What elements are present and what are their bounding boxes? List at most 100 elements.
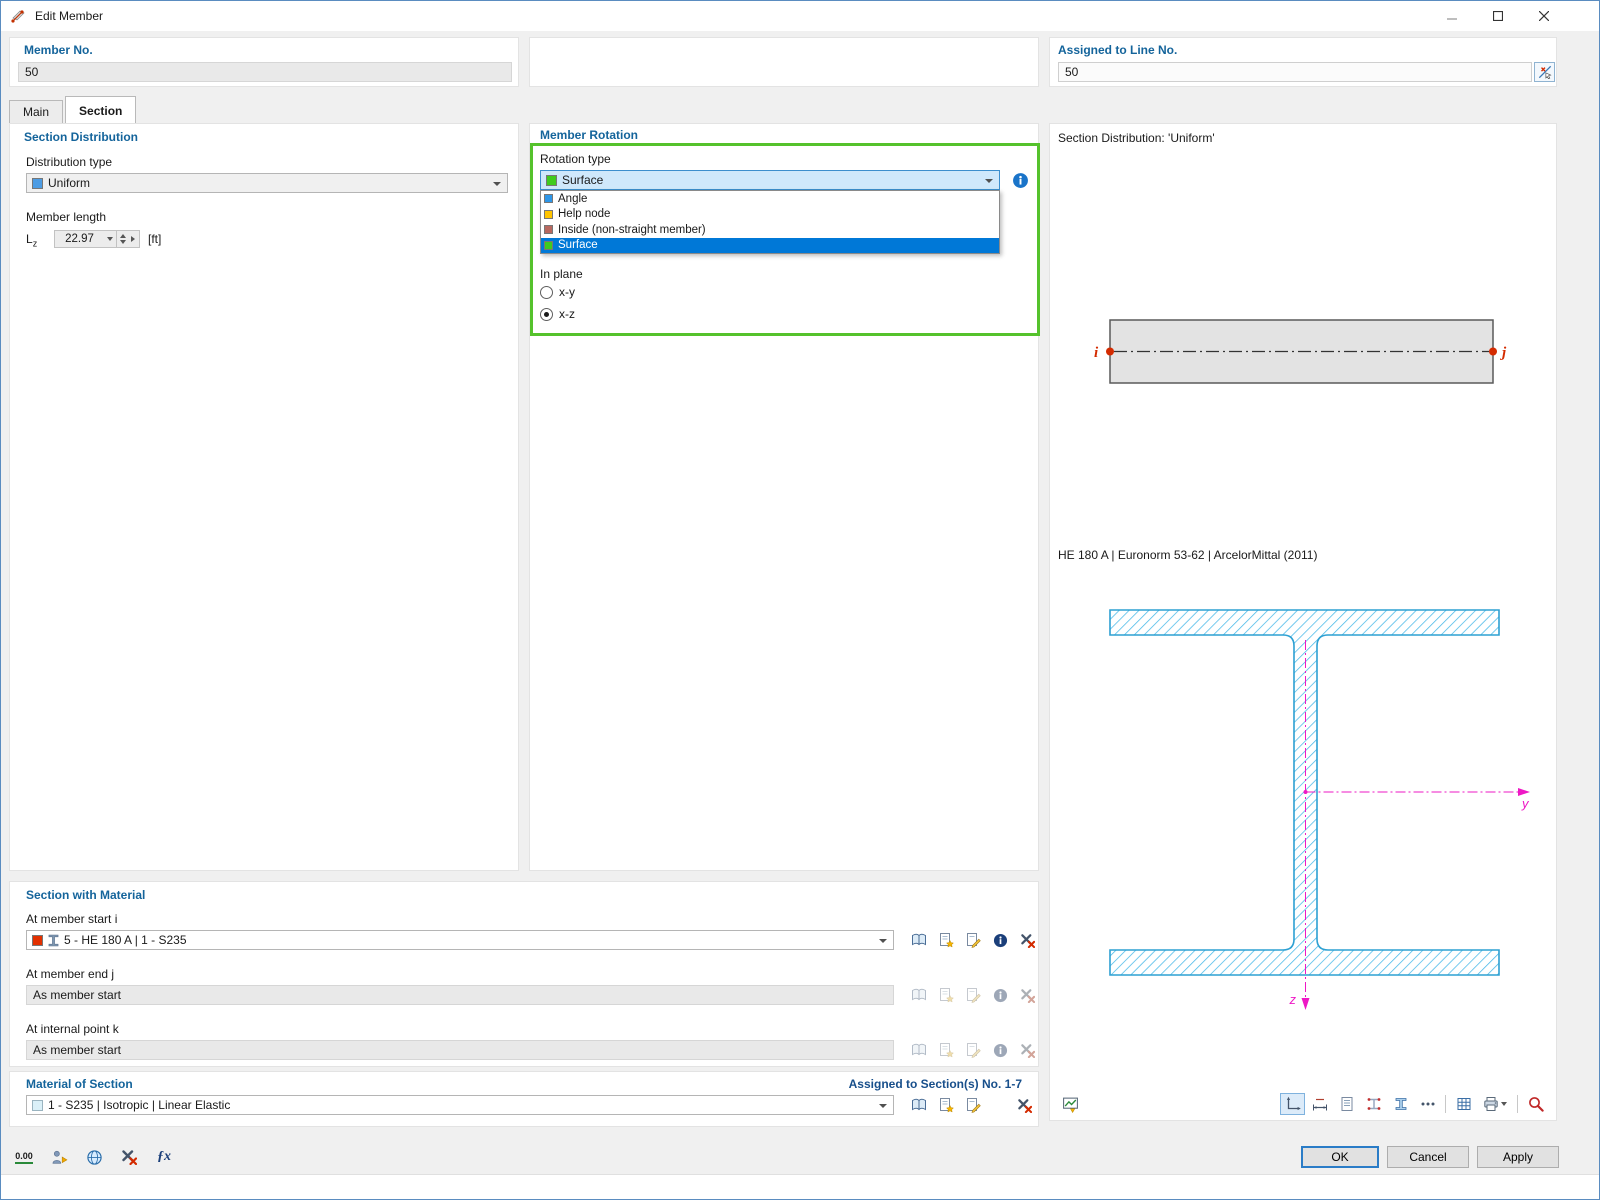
delete-member-button[interactable] [116,1146,142,1168]
maximize-button[interactable] [1475,1,1521,31]
dropdown-option-surface[interactable]: Surface [541,237,999,253]
maximize-icon [1493,11,1503,21]
section-with-material-panel: Section with Material At member start i … [9,881,1039,1067]
member-length-value: 22.97 [65,233,94,245]
section-info-button[interactable] [989,985,1011,1005]
option-label: Inside (non-straight member) [558,223,706,236]
plane-xz-radio[interactable]: x-z [540,307,575,321]
apply-button[interactable]: Apply [1477,1146,1559,1168]
chevron-down-icon[interactable] [107,237,113,241]
globe-icon [86,1149,103,1166]
option-color-swatch [544,194,553,204]
new-material-button[interactable] [935,1095,957,1115]
dropdown-option-angle[interactable]: Angle [541,191,999,207]
bottom-toolbar: 0.00 ƒx [11,1146,177,1168]
section-info-button[interactable] [989,930,1011,950]
assigned-line-label: Assigned to Line No. [1058,43,1178,57]
section-library-button[interactable] [908,930,930,950]
distribution-type-value: Uniform [48,176,91,190]
spin-up-down-control[interactable] [117,234,129,244]
i-section-icon [48,934,59,947]
show-stress-points-button[interactable] [1361,1093,1386,1115]
option-label: Angle [558,192,588,205]
spin-expand-icon[interactable] [131,236,135,242]
material-select[interactable]: 1 - S235 | Isotropic | Linear Elastic [26,1095,894,1115]
edit-material-button[interactable] [962,1095,984,1115]
member-rotation-panel: Member Rotation Rotation type Surface An… [529,123,1040,871]
print-button[interactable] [1478,1093,1512,1115]
tab-bar: Main Section [9,96,138,123]
section-caption: HE 180 A | Euronorm 53-62 | ArcelorMitta… [1058,548,1318,562]
new-page-icon [938,1097,954,1113]
ok-button[interactable]: OK [1301,1146,1379,1168]
apply-to-selected-button[interactable] [46,1146,72,1168]
start-section-select[interactable]: 5 - HE 180 A | 1 - S235 [26,930,894,950]
toolbar-separator [1517,1095,1518,1113]
section-distribution-heading: Section Distribution [24,130,138,144]
save-graphic-button[interactable] [1058,1093,1083,1115]
assigned-line-input[interactable]: 50 [1058,62,1532,82]
close-button[interactable] [1521,1,1567,31]
option-color-swatch [544,225,553,235]
minimize-button[interactable] [1429,1,1475,31]
show-axes-button[interactable] [1280,1093,1305,1115]
chevron-down-icon [879,939,887,943]
tab-main[interactable]: Main [9,100,64,123]
show-numbering-button[interactable] [1415,1093,1440,1115]
end-section-field[interactable]: As member start [26,985,894,1005]
radio-checked-icon [540,307,553,321]
select-line-button[interactable] [1534,62,1555,82]
delete-x-icon [1020,933,1035,948]
formula-button[interactable]: ƒx [151,1146,177,1168]
global-settings-button[interactable] [81,1146,107,1168]
plane-xy-radio[interactable]: x-y [540,285,575,299]
delete-section-button[interactable] [1016,930,1038,950]
axis-y-label: y [1521,796,1530,811]
person-arrow-icon [51,1149,68,1166]
library-book-icon [911,1097,927,1113]
show-dimensions-button[interactable] [1307,1093,1332,1115]
distribution-color-swatch [32,177,43,189]
show-grid-button[interactable] [1451,1093,1476,1115]
delete-section-button[interactable] [1016,1040,1038,1060]
delete-material-button[interactable] [1013,1095,1035,1115]
dots-icon [1420,1096,1436,1112]
info-icon [993,1043,1008,1058]
option-label: Help node [558,208,611,221]
section-info-button[interactable] [989,1040,1011,1060]
dropdown-option-inside[interactable]: Inside (non-straight member) [541,222,999,238]
member-no-input[interactable]: 50 [18,62,512,82]
option-color-swatch [544,209,553,219]
tab-section[interactable]: Section [65,96,137,123]
internal-section-field[interactable]: As member start [26,1040,894,1060]
material-library-button[interactable] [908,1095,930,1115]
new-section-button[interactable] [935,1040,957,1060]
decimal-places-button[interactable]: 0.00 [11,1146,37,1168]
rotation-type-select[interactable]: Surface [540,170,1000,190]
delete-section-button[interactable] [1016,985,1038,1005]
section-preview-drawing: y z [1109,609,1530,1010]
decimal-places-label: 0.00 [15,1151,33,1164]
show-section-outline-button[interactable] [1388,1093,1413,1115]
section-library-button[interactable] [908,1040,930,1060]
edit-pencil-icon [965,932,981,948]
distribution-caption: Section Distribution: 'Uniform' [1058,131,1215,145]
section-library-button[interactable] [908,985,930,1005]
dropdown-option-help-node[interactable]: Help node [541,207,999,223]
edit-pencil-icon [965,1042,981,1058]
edit-section-button[interactable] [962,985,984,1005]
find-button[interactable] [1523,1093,1548,1115]
show-section-values-button[interactable] [1334,1093,1359,1115]
new-section-button[interactable] [935,930,957,950]
library-book-icon [911,987,927,1003]
cancel-button[interactable]: Cancel [1387,1146,1469,1168]
assigned-line-panel: Assigned to Line No. 50 [1049,37,1557,87]
edit-section-button[interactable] [962,1040,984,1060]
new-section-button[interactable] [935,985,957,1005]
rotation-info-button[interactable] [1012,172,1029,189]
material-of-section-panel: Material of Section Assigned to Section(… [9,1071,1039,1127]
distribution-type-select[interactable]: Uniform [26,173,508,193]
edit-section-button[interactable] [962,930,984,950]
member-length-input[interactable]: 22.97 [54,230,140,248]
values-page-icon [1339,1096,1355,1112]
